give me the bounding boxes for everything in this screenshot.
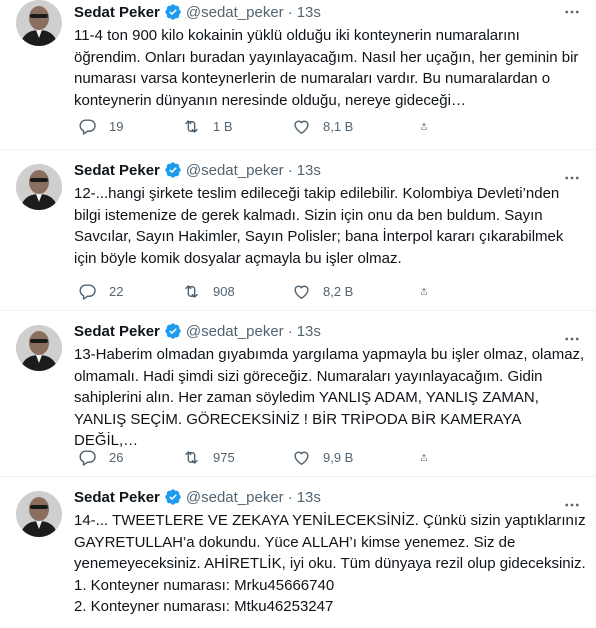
reply-count: 22	[109, 283, 124, 299]
separator-dot: ·	[287, 161, 293, 179]
tweet-header: Sedat Peker @sedat_peker · 13s	[74, 319, 596, 343]
author-handle[interactable]: @sedat_peker	[186, 489, 284, 506]
timeline-feed: Sedat Peker @sedat_peker · 13s 11-4 ton …	[0, 0, 596, 628]
tweet-text-line: 12-...hangi şirkete teslim edileceği tak…	[74, 185, 560, 202]
author-name[interactable]: Sedat Peker	[74, 162, 160, 179]
timestamp[interactable]: 13s	[297, 162, 321, 179]
reply-icon	[79, 118, 96, 135]
author-handle[interactable]: @sedat_peker	[186, 323, 284, 340]
timestamp[interactable]: 13s	[297, 4, 321, 21]
tweet-actions: 26 975 9,9 B	[74, 447, 514, 467]
verified-badge-icon	[164, 3, 182, 21]
tweet-text-line: 2. Konteyner numarası: Mtku46253247	[74, 598, 334, 615]
tweet-actions: 22 908 8,2 B	[74, 281, 514, 301]
like-count: 9,9 B	[323, 449, 354, 465]
more-icon[interactable]	[562, 2, 582, 22]
tweet-text: 12-...hangi şirkete teslim edileceği tak…	[74, 183, 586, 269]
tweet-text-line: 13-Haberim olmadan gıyabımda yargılama y…	[74, 346, 585, 363]
tweet-text: 13-Haberim olmadan gıyabımda yargılama y…	[74, 344, 586, 452]
author-name[interactable]: Sedat Peker	[74, 323, 160, 340]
tweet-text-line: 14-... TWEETLERE VE ZEKAYA YENİLECEKSİNİ…	[74, 512, 586, 529]
retweet-icon	[185, 119, 198, 133]
tweet[interactable]: Sedat Peker @sedat_peker · 13s 11-4 ton …	[0, 0, 596, 150]
retweet-icon	[185, 284, 198, 298]
tweet[interactable]: Sedat Peker @sedat_peker · 13s 12-...han…	[0, 158, 596, 311]
more-icon[interactable]	[562, 495, 582, 515]
retweet-count: 908	[213, 283, 235, 299]
tweet-text-line: Savcılar, Sayın Hakimler, Sayın Polisler…	[74, 228, 564, 245]
separator-dot: ·	[287, 488, 293, 506]
tweet-text: 11-4 ton 900 kilo kokainin yüklü olduğu …	[74, 25, 586, 111]
more-icon[interactable]	[562, 168, 582, 188]
tweet-header: Sedat Peker @sedat_peker · 13s	[74, 158, 596, 182]
share-icon	[421, 287, 427, 295]
tweet-text-line: öğrendim. Onları buradan yayınlayacağım.…	[74, 48, 579, 66]
tweet-header: Sedat Peker @sedat_peker · 13s	[74, 0, 596, 24]
tweet-text-line: 1. Konteyner numarası: Mrku45666740	[74, 576, 335, 594]
tweet-text-line: 11-4 ton 900 kilo kokainin yüklü olduğu …	[74, 27, 520, 44]
tweet-text: 14-... TWEETLERE VE ZEKAYA YENİLECEKSİNİ…	[74, 510, 586, 618]
retweet-count: 975	[213, 449, 235, 465]
avatar[interactable]	[16, 0, 62, 46]
retweet-button[interactable]: 1 B	[182, 116, 292, 136]
like-count: 8,1 B	[323, 118, 354, 134]
timestamp[interactable]: 13s	[297, 323, 321, 340]
share-button[interactable]	[420, 116, 440, 136]
tweet[interactable]: Sedat Peker @sedat_peker · 13s 13-Haberi…	[0, 319, 596, 477]
share-button[interactable]	[420, 281, 440, 301]
tweet-actions: 19 1 B 8,1 B	[74, 116, 514, 136]
tweet-text-line: sahiplerini alın. Her zaman söyledim YAN…	[74, 389, 539, 406]
avatar[interactable]	[16, 164, 62, 210]
like-count: 8,2 B	[323, 283, 354, 299]
author-name[interactable]: Sedat Peker	[74, 489, 160, 506]
like-button[interactable]: 9,9 B	[292, 447, 420, 467]
share-button[interactable]	[420, 447, 440, 467]
reply-icon	[79, 283, 96, 300]
share-icon	[421, 122, 427, 130]
reply-button[interactable]: 19	[78, 116, 182, 136]
tweet-text-line: olmamalı. Hadi şimdi sizi göreceğiz. Num…	[74, 367, 543, 385]
verified-badge-icon	[164, 322, 182, 340]
tweet-text-line: için böyle komik dosyalar açmayla bu işl…	[74, 249, 402, 267]
tweet-text-line: YANLIŞ SEÇİM. GÖRECEKSİNİZ ! BİR TRİPODA…	[74, 410, 521, 450]
heart-icon	[294, 451, 309, 465]
author-name[interactable]: Sedat Peker	[74, 4, 160, 21]
tweet-text-line: bilgi istemenize de gerek kalmadı. Sizin…	[74, 206, 543, 224]
tweet-text-line: konteynerin dünyanın neresinde olduğu, n…	[74, 91, 466, 109]
reply-icon	[79, 449, 96, 466]
tweet-text-line: numarası varsa konteynerlerin de numaral…	[74, 70, 551, 87]
heart-icon	[294, 120, 309, 134]
tweet-text-line: GAYRETULLAH’a dokundu. Yüce ALLAH’ı kims…	[74, 533, 516, 551]
heart-icon	[294, 285, 309, 299]
author-handle[interactable]: @sedat_peker	[186, 162, 284, 179]
reply-count: 26	[109, 449, 124, 465]
retweet-button[interactable]: 908	[182, 281, 292, 301]
like-button[interactable]: 8,2 B	[292, 281, 420, 301]
separator-dot: ·	[287, 3, 293, 21]
reply-button[interactable]: 26	[78, 447, 182, 467]
avatar[interactable]	[16, 325, 62, 371]
reply-count: 19	[109, 118, 124, 134]
tweet[interactable]: Sedat Peker @sedat_peker · 13s 14-... TW…	[0, 485, 596, 628]
like-button[interactable]: 8,1 B	[292, 116, 420, 136]
author-handle[interactable]: @sedat_peker	[186, 4, 284, 21]
reply-button[interactable]: 22	[78, 281, 182, 301]
retweet-count: 1 B	[213, 118, 233, 134]
avatar[interactable]	[16, 491, 62, 537]
more-icon[interactable]	[562, 329, 582, 349]
timestamp[interactable]: 13s	[297, 489, 321, 506]
retweet-icon	[185, 450, 198, 464]
verified-badge-icon	[164, 161, 182, 179]
retweet-button[interactable]: 975	[182, 447, 292, 467]
separator-dot: ·	[287, 322, 293, 340]
tweet-header: Sedat Peker @sedat_peker · 13s	[74, 485, 596, 509]
tweet-text-line: yenemeyeceksiniz. AHİRETLİK, iyi oku. Tü…	[74, 555, 586, 572]
share-icon	[421, 453, 427, 461]
verified-badge-icon	[164, 488, 182, 506]
